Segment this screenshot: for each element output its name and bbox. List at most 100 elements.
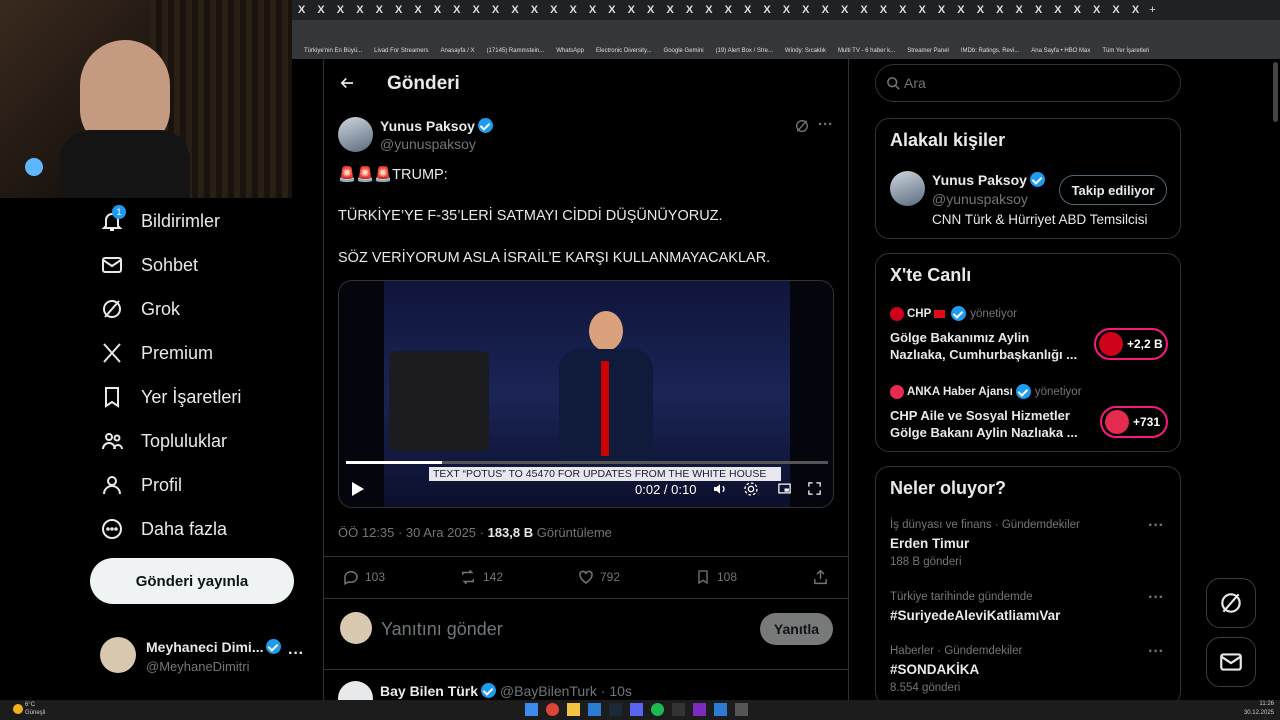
- browser-tab[interactable]: X: [796, 4, 815, 16]
- browser-tab[interactable]: X: [1068, 4, 1087, 16]
- post-timestamp[interactable]: ÖÖ 12:35 · 30 Ara 2025 ·: [338, 525, 488, 540]
- browser-tab[interactable]: X: [525, 4, 544, 16]
- trend-item[interactable]: İş dünyası ve finans · Gündemdekiler Erd…: [890, 517, 1170, 568]
- bookmark[interactable]: WhatsApp: [556, 48, 584, 54]
- browser-tab[interactable]: X: [505, 4, 524, 16]
- browser-tab[interactable]: X: [680, 4, 699, 16]
- account-avatar[interactable]: [100, 637, 136, 673]
- trend-more-icon[interactable]: ···: [1148, 589, 1164, 607]
- author-avatar[interactable]: [338, 117, 373, 152]
- steam-icon[interactable]: [609, 703, 622, 716]
- browser-tab[interactable]: X: [951, 4, 970, 16]
- author-handle[interactable]: @yunuspaksoy: [380, 136, 476, 152]
- spotify-icon[interactable]: [651, 703, 664, 716]
- bookmark[interactable]: Tüm Yer İşaretleri: [1102, 48, 1149, 54]
- related-handle[interactable]: @yunuspaksoy: [932, 191, 1028, 207]
- explorer-icon[interactable]: [567, 703, 580, 716]
- browser-tab[interactable]: X: [719, 4, 738, 16]
- browser-tab[interactable]: X: [563, 4, 582, 16]
- related-name-link[interactable]: Yunus Paksoy: [932, 172, 1045, 188]
- bookmark[interactable]: Anasayfa / X: [441, 48, 475, 54]
- video-player[interactable]: TEXT “POTUS” TO 45470 FOR UPDATES FROM T…: [338, 280, 834, 508]
- next-author-handle[interactable]: @BayBilenTurk: [500, 683, 597, 699]
- scrollbar-thumb[interactable]: [1273, 62, 1278, 122]
- trend-more-icon[interactable]: ···: [1148, 517, 1164, 535]
- search-box[interactable]: [875, 64, 1181, 102]
- bookmark[interactable]: Livad For Streamers: [374, 48, 428, 54]
- play-icon[interactable]: [351, 481, 365, 497]
- trend-item[interactable]: Haberler · Gündemdekiler #SONDAKİKA 8.55…: [890, 643, 1170, 694]
- live-host-row[interactable]: CHP yönetiyor: [890, 306, 1017, 321]
- search-input[interactable]: [904, 73, 1164, 93]
- like-action[interactable]: 792: [577, 568, 620, 586]
- live-listeners-pill[interactable]: +2,2 B: [1094, 328, 1168, 360]
- reply-input[interactable]: Yanıtını gönder: [381, 619, 503, 640]
- app-icon[interactable]: [735, 703, 748, 716]
- grok-float-button[interactable]: [1206, 578, 1256, 628]
- bookmark[interactable]: Electronic Diversity...: [596, 48, 652, 54]
- app-icon[interactable]: [714, 703, 727, 716]
- bookmark[interactable]: Multi TV - 6 haber k...: [838, 48, 895, 54]
- browser-tab[interactable]: X: [1029, 4, 1048, 16]
- browser-tab[interactable]: X: [389, 4, 408, 16]
- browser-tab[interactable]: X: [1106, 4, 1125, 16]
- nav-premium[interactable]: Premium: [100, 341, 213, 365]
- nav-messages[interactable]: Sohbet: [100, 253, 198, 277]
- reply-action[interactable]: 103: [342, 568, 385, 586]
- browser-tab[interactable]: X: [467, 4, 486, 16]
- browser-tab[interactable]: X: [1009, 4, 1028, 16]
- browser-tab[interactable]: X: [777, 4, 796, 16]
- browser-tab[interactable]: X: [408, 4, 427, 16]
- nav-communities[interactable]: Topluluklar: [100, 429, 227, 453]
- nav-grok[interactable]: Grok: [100, 297, 180, 321]
- browser-tab[interactable]: X: [874, 4, 893, 16]
- fullscreen-icon[interactable]: [807, 481, 822, 496]
- browser-tab[interactable]: X: [331, 4, 350, 16]
- grok-icon[interactable]: [794, 118, 810, 134]
- live-host-row[interactable]: ANKA Haber Ajansı yönetiyor: [890, 384, 1082, 399]
- browser-tab[interactable]: X: [583, 4, 602, 16]
- pip-icon[interactable]: [777, 481, 792, 496]
- bookmark[interactable]: Türkiye'nin En Büyü...: [304, 48, 362, 54]
- app-icon[interactable]: [693, 703, 706, 716]
- repost-action[interactable]: 142: [458, 568, 503, 586]
- bookmark-action[interactable]: 108: [695, 568, 737, 586]
- browser-tab[interactable]: X: [641, 4, 660, 16]
- windows-start-icon[interactable]: [525, 703, 538, 716]
- app-icon[interactable]: [588, 703, 601, 716]
- bookmark[interactable]: (17145) Rammstein...: [487, 48, 545, 54]
- post-button[interactable]: Gönderi yayınla: [90, 558, 294, 604]
- browser-tab[interactable]: X: [350, 4, 369, 16]
- browser-tab[interactable]: X: [971, 4, 990, 16]
- browser-tab[interactable]: X: [447, 4, 466, 16]
- volume-icon[interactable]: [711, 481, 729, 497]
- browser-tab[interactable]: X: [699, 4, 718, 16]
- account-more-icon[interactable]: ···: [288, 645, 304, 663]
- browser-tab[interactable]: X: [893, 4, 912, 16]
- browser-tab[interactable]: X: [428, 4, 447, 16]
- bookmark[interactable]: Streamer Panel: [907, 48, 949, 54]
- trend-more-icon[interactable]: ···: [1148, 643, 1164, 661]
- chrome-icon[interactable]: [546, 703, 559, 716]
- live-listeners-pill[interactable]: +731: [1100, 406, 1168, 438]
- author-name-link[interactable]: Yunus Paksoy: [380, 118, 493, 134]
- live-item[interactable]: Gölge Bakanımız Aylin Nazlıaka, Cumhurba…: [890, 329, 1077, 363]
- discord-icon[interactable]: [630, 703, 643, 716]
- related-avatar[interactable]: [890, 171, 925, 206]
- browser-tab[interactable]: X: [544, 4, 563, 16]
- browser-tab[interactable]: X: [1048, 4, 1067, 16]
- browser-tab[interactable]: X: [486, 4, 505, 16]
- bookmark[interactable]: Ana Sayfa • HBO Max: [1031, 48, 1090, 54]
- trend-item[interactable]: Türkiye tarihinde gündemde #SuriyedeAlev…: [890, 589, 1170, 623]
- browser-tab[interactable]: X: [757, 4, 776, 16]
- browser-tab[interactable]: X: [660, 4, 679, 16]
- browser-tab[interactable]: X: [932, 4, 951, 16]
- browser-tab[interactable]: X: [370, 4, 389, 16]
- bookmark[interactable]: Windy: Sıcaklık: [785, 48, 826, 54]
- browser-tab[interactable]: X: [738, 4, 757, 16]
- browser-tab[interactable]: X: [913, 4, 932, 16]
- next-author-name[interactable]: Bay Bilen Türk: [380, 683, 478, 699]
- browser-tab[interactable]: X: [311, 4, 330, 16]
- messages-float-button[interactable]: [1206, 637, 1256, 687]
- bookmark[interactable]: IMDb: Ratings, Revi...: [961, 48, 1019, 54]
